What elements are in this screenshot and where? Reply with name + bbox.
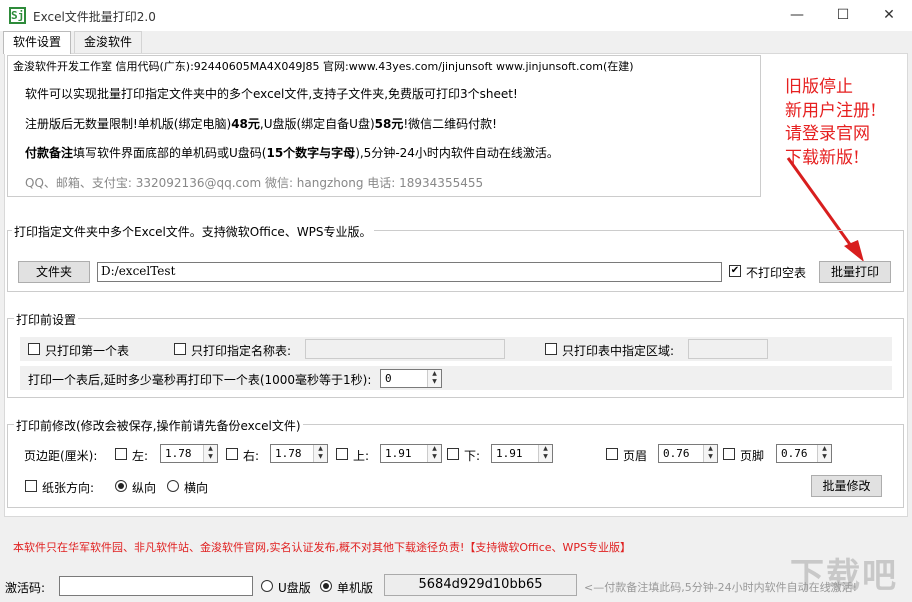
named-sheet-input[interactable] <box>305 339 505 359</box>
spinner-arrows-icon[interactable]: ▲ ▼ <box>538 445 552 462</box>
pricing-text-a: 注册版后无数量限制!单机版(绑定电脑) <box>25 117 232 131</box>
delay-value: 0 <box>385 372 392 385</box>
usb-version-radio[interactable] <box>261 580 273 592</box>
pre-settings-legend: 打印前设置 <box>14 311 79 328</box>
print-group-legend: 打印指定文件夹中多个Excel文件。支持微软Office、WPS专业版。 <box>12 223 374 240</box>
right-margin-spinner[interactable]: 1.78 ▲ ▼ <box>270 444 328 463</box>
pricing-text-c: ,U盘版(绑定自备U盘) <box>259 117 375 131</box>
notice-line: 旧版停止 <box>785 77 853 97</box>
orientation-label: 纸张方向: <box>42 481 95 495</box>
left-margin-spinner[interactable]: 1.78 ▲ ▼ <box>160 444 218 463</box>
batch-modify-button[interactable]: 批量修改 <box>811 475 882 497</box>
footer-checkbox[interactable] <box>723 448 735 460</box>
pricing-text-e: !微信二维码付款! <box>403 117 497 131</box>
notice-line: 新用户注册! <box>785 100 877 121</box>
spinner-arrows-icon[interactable]: ▲ ▼ <box>703 445 717 462</box>
first-sheet-checkbox[interactable] <box>28 343 40 355</box>
folder-path-input[interactable]: D:/excelTest <box>97 262 722 282</box>
standalone-version-label: 单机版 <box>337 581 374 595</box>
region-checkbox[interactable] <box>545 343 557 355</box>
spinner-arrows-icon[interactable]: ▲ ▼ <box>427 445 441 462</box>
company-info-line: 金浚软件开发工作室 信用代码(广东):92440605MA4X049J85 官网… <box>13 60 634 73</box>
bottom-margin-label: 下: <box>464 449 481 463</box>
app-icon: Sj <box>9 7 26 24</box>
delay-label: 打印一个表后,延时多少毫秒再打印下一个表(1000毫秒等于1秒): <box>28 373 372 387</box>
payment-note-label: 付款备注 <box>25 146 74 160</box>
bottom-margin-value: 1.91 <box>496 447 523 460</box>
payment-note-tail: ),5分钟-24小时内软件自动在线激活。 <box>355 146 559 160</box>
skip-empty-checkbox[interactable]: ✔ <box>729 265 741 277</box>
notice-line: 请登录官网 <box>785 124 870 144</box>
price-standalone: 48元 <box>231 117 260 131</box>
minimize-button[interactable]: — <box>774 0 820 31</box>
bottom-margin-spinner[interactable]: 1.91 ▲ ▼ <box>491 444 553 463</box>
left-margin-checkbox[interactable] <box>115 448 127 460</box>
maximize-button[interactable]: ☐ <box>820 0 866 31</box>
payment-note-text: 填写软件界面底部的单机码或U盘码( <box>73 146 267 160</box>
region-input[interactable] <box>688 339 768 359</box>
header-value: 0.76 <box>663 447 690 460</box>
payment-note-line: 付款备注填写软件界面底部的单机码或U盘码(15个数字与字母),5分钟-24小时内… <box>25 144 559 161</box>
skip-empty-label: 不打印空表 <box>746 266 807 280</box>
usb-version-label: U盘版 <box>278 581 311 595</box>
region-label: 只打印表中指定区域: <box>562 344 675 358</box>
top-margin-spinner[interactable]: 1.91 ▲ ▼ <box>380 444 442 463</box>
spinner-arrows-icon[interactable]: ▲ ▼ <box>817 445 831 462</box>
spinner-arrows-icon[interactable]: ▲ ▼ <box>203 445 217 462</box>
spinner-arrows-icon[interactable]: ▲ ▼ <box>427 370 441 387</box>
footer-spinner[interactable]: 0.76 ▲ ▼ <box>776 444 832 463</box>
portrait-label: 纵向 <box>132 481 157 495</box>
top-margin-value: 1.91 <box>385 447 412 460</box>
landscape-radio[interactable] <box>167 480 179 492</box>
left-margin-value: 1.78 <box>165 447 192 460</box>
standalone-version-radio[interactable] <box>320 580 332 592</box>
left-margin-label: 左: <box>132 449 149 463</box>
tab-software-settings[interactable]: 软件设置 <box>3 31 72 54</box>
portrait-radio[interactable] <box>115 480 127 492</box>
margin-label: 页边距(厘米): <box>24 449 98 463</box>
window-title: Excel文件批量打印2.0 <box>33 10 156 24</box>
first-sheet-label: 只打印第一个表 <box>45 344 130 358</box>
orientation-checkbox[interactable] <box>25 480 37 492</box>
watermark-logo: 下载吧 <box>790 556 898 596</box>
spinner-arrows-icon[interactable]: ▲ ▼ <box>313 445 327 462</box>
tab-jinjun-software[interactable]: 金浚软件 <box>74 31 143 53</box>
delay-spinner[interactable]: 0 ▲ ▼ <box>380 369 442 388</box>
folder-button[interactable]: 文件夹 <box>18 261 90 283</box>
price-usb: 58元 <box>374 117 404 131</box>
header-spinner[interactable]: 0.76 ▲ ▼ <box>658 444 718 463</box>
bottom-margin-checkbox[interactable] <box>447 448 459 460</box>
footer-value: 0.76 <box>781 447 808 460</box>
top-margin-checkbox[interactable] <box>336 448 348 460</box>
right-margin-value: 1.78 <box>275 447 302 460</box>
batch-print-button[interactable]: 批量打印 <box>819 261 891 283</box>
top-margin-label: 上: <box>353 449 370 463</box>
right-margin-checkbox[interactable] <box>226 448 238 460</box>
machine-code-display: 5684d929d10bb65 <box>384 574 577 596</box>
landscape-label: 横向 <box>184 481 209 495</box>
activation-label: 激活码: <box>5 581 46 595</box>
named-sheet-checkbox[interactable] <box>174 343 186 355</box>
pre-modify-legend: 打印前修改(修改会被保存,操作前请先备份excel文件) <box>14 417 303 434</box>
contact-line: QQ、邮箱、支付宝: 332092136@qq.com 微信: hangzhon… <box>25 176 484 190</box>
footer-label: 页脚 <box>740 449 765 463</box>
payment-note-code: 15个数字与字母 <box>266 146 356 160</box>
header-checkbox[interactable] <box>606 448 618 460</box>
pricing-line: 注册版后无数量限制!单机版(绑定电脑)48元,U盘版(绑定自备U盘)58元!微信… <box>25 115 497 132</box>
close-button[interactable]: ✕ <box>866 0 912 31</box>
named-sheet-label: 只打印指定名称表: <box>191 344 292 358</box>
disclaimer-text: 本软件只在华军软件园、非凡软件站、金浚软件官网,实名认证发布,概不对其他下载途径… <box>13 541 631 554</box>
activation-code-input[interactable] <box>59 576 253 596</box>
right-margin-label: 右: <box>243 449 260 463</box>
feature-line: 软件可以实现批量打印指定文件夹中的多个excel文件,支持子文件夹,免费版可打印… <box>25 87 518 101</box>
header-label: 页眉 <box>623 449 648 463</box>
